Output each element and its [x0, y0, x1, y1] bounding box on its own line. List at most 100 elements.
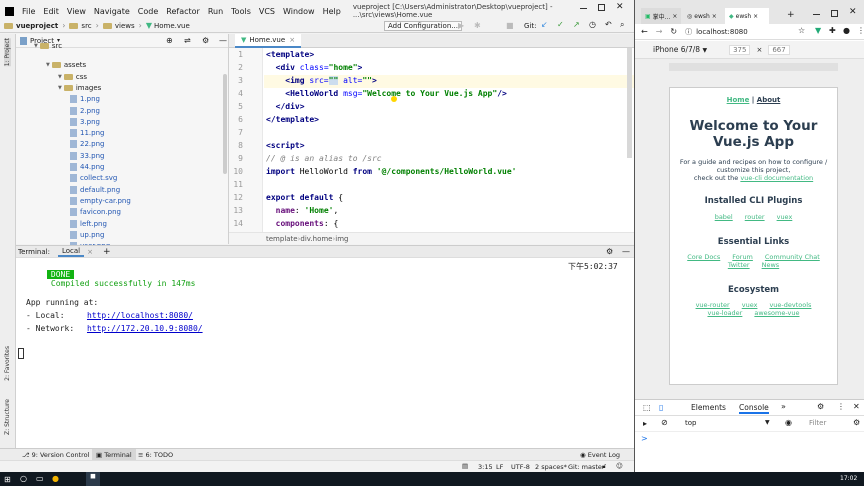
task-view-icon[interactable]: ▭ — [36, 474, 44, 483]
eco-link[interactable]: vue-router — [696, 301, 730, 309]
tree-item-3-png[interactable]: 3.png — [70, 117, 100, 126]
console-tab[interactable]: Console — [739, 403, 769, 414]
code-line-2[interactable]: <div class="home"> — [266, 63, 363, 72]
url-input[interactable]: localhost:8080 — [696, 28, 748, 36]
lock-icon[interactable]: 🔓︎ — [602, 462, 606, 471]
code-line-4[interactable]: <HelloWorld msg="Welcome to Your Vue.js … — [266, 89, 507, 98]
hide-icon[interactable]: — — [622, 247, 630, 256]
file-encoding[interactable]: UTF-8 — [511, 463, 530, 471]
tree-item-favicon-png[interactable]: favicon.png — [70, 208, 121, 217]
tree-item-11-png[interactable]: 11.png — [70, 129, 104, 138]
clear-console-icon[interactable]: ⊘ — [661, 418, 668, 427]
menu-icon[interactable]: ⋮ — [857, 26, 864, 35]
tree-item-left-png[interactable]: left.png — [70, 219, 107, 228]
favorites-tool-tab[interactable]: 2: Favorites — [4, 346, 11, 381]
tree-item-22-png[interactable]: 22.png — [70, 140, 104, 149]
eco-link[interactable]: vuex — [742, 301, 758, 309]
new-tab-icon[interactable]: + — [787, 10, 795, 20]
local-url-link[interactable]: http://localhost:8080/ — [87, 311, 193, 320]
forward-icon[interactable]: → — [656, 27, 663, 36]
code-breadcrumb-1[interactable]: div.home — [300, 235, 332, 243]
links-link[interactable]: Forum — [732, 253, 753, 261]
elements-tab[interactable]: Elements — [691, 403, 726, 412]
code-line-6[interactable]: </template> — [266, 115, 319, 124]
code-line-10[interactable]: import HelloWorld from '@/components/Hel… — [266, 167, 516, 176]
expand-icon[interactable]: ▼ — [46, 62, 50, 68]
maximize-icon[interactable] — [598, 4, 605, 11]
code-line-12[interactable]: export default { — [266, 193, 343, 202]
tree-item-1-png[interactable]: 1.png — [70, 95, 100, 104]
close-tab-icon[interactable]: × — [753, 13, 758, 20]
maximize-icon[interactable] — [831, 10, 838, 17]
height-input[interactable]: 667 — [768, 44, 790, 55]
tab-home-vue[interactable]: ▼ Home.vue × — [235, 33, 302, 48]
device-select[interactable]: iPhone 6/7/8 ▼ — [653, 45, 707, 54]
windows-start-icon[interactable]: ⊞ — [4, 475, 11, 484]
network-url-link[interactable]: http://172.20.10.9:8080/ — [87, 324, 203, 333]
nav-home-link[interactable]: Home — [727, 96, 750, 104]
close-icon[interactable]: ✕ — [853, 402, 860, 411]
run-icon[interactable]: ▶ — [458, 21, 464, 30]
browser-tab-1[interactable]: ▣ 掌中... × — [641, 8, 681, 24]
filter-input[interactable]: Filter — [809, 419, 826, 427]
collapse-icon[interactable]: ⇌ — [184, 36, 191, 45]
extension-icon[interactable]: ▼ — [815, 26, 821, 35]
menu-file[interactable]: File — [22, 7, 35, 16]
todo-tab[interactable]: ≡ 6: TODO — [138, 451, 173, 459]
close-tab-icon[interactable]: × — [87, 248, 93, 256]
menu-refactor[interactable]: Refactor — [166, 7, 200, 16]
git-push-icon[interactable]: ↗ — [573, 20, 580, 29]
settings-icon[interactable]: ⚙ — [202, 36, 209, 45]
tree-item-2-png[interactable]: 2.png — [70, 106, 100, 115]
menu-run[interactable]: Run — [208, 7, 223, 16]
tree-item-collect-svg[interactable]: collect.svg — [70, 174, 117, 183]
browser-tab-2[interactable]: ◎ ewsh × — [683, 8, 723, 24]
history-icon[interactable]: ◷ — [589, 20, 596, 29]
event-log-button[interactable]: ◉ Event Log — [580, 451, 620, 459]
inspector-icon[interactable]: ☺ — [616, 462, 623, 470]
editor-scrollbar[interactable] — [627, 48, 632, 158]
tree-scrollbar[interactable] — [223, 74, 227, 174]
menu-window[interactable]: Window — [283, 7, 315, 16]
menu-vcs[interactable]: VCS — [259, 7, 275, 16]
chrome-taskbar-icon[interactable]: ● — [52, 474, 59, 483]
code-breadcrumb-0[interactable]: template — [266, 235, 298, 243]
clock[interactable]: 17:02 — [840, 475, 857, 482]
code-line-3[interactable]: <img src="" alt=""> — [266, 76, 377, 85]
more-tabs-button[interactable]: » — [781, 402, 786, 411]
locate-icon[interactable]: ⊕ — [166, 36, 173, 45]
tree-item-images[interactable]: ▼ images — [58, 84, 101, 92]
close-tab-icon[interactable]: × — [289, 36, 295, 44]
close-tab-icon[interactable]: × — [712, 13, 717, 20]
device-toggle-icon[interactable]: ▯ — [659, 403, 663, 412]
inspect-icon[interactable]: ⬚ — [643, 403, 651, 412]
links-link[interactable]: Twitter — [728, 261, 750, 269]
menu-view[interactable]: View — [67, 7, 86, 16]
settings-icon[interactable]: ⚙ — [817, 402, 824, 411]
expand-icon[interactable]: ▼ — [58, 85, 62, 91]
ide-taskbar-icon[interactable]: ◼ — [86, 472, 100, 486]
tree-item-up-png[interactable]: up.png — [70, 230, 104, 239]
hide-icon[interactable]: — — [219, 36, 227, 45]
git-branch[interactable]: Git: master — [568, 463, 605, 471]
debug-icon[interactable]: ✱ — [474, 21, 481, 30]
plugins-link[interactable]: babel — [715, 213, 733, 221]
project-tool-tab[interactable]: 1: Project — [4, 38, 11, 67]
back-icon[interactable]: ← — [641, 27, 648, 36]
reload-icon[interactable]: ↻ — [670, 27, 677, 36]
plugins-link[interactable]: router — [745, 213, 765, 221]
links-link[interactable]: Community Chat — [765, 253, 820, 261]
breadcrumb-file[interactable]: Home.vue — [154, 22, 190, 30]
indent-setting[interactable]: 2 spaces* — [535, 463, 567, 471]
tree-item-assets[interactable]: ▼ assets — [46, 61, 86, 69]
git-commit-icon[interactable]: ✓ — [557, 20, 564, 29]
menu-edit[interactable]: Edit — [43, 7, 59, 16]
menu-code[interactable]: Code — [138, 7, 158, 16]
add-configuration-button[interactable]: Add Configuration... — [384, 21, 462, 31]
minimize-icon[interactable] — [813, 14, 820, 15]
eco-link[interactable]: vue-loader — [707, 309, 742, 317]
links-link[interactable]: Core Docs — [687, 253, 720, 261]
docs-link[interactable]: vue-cli documentation — [740, 174, 813, 182]
eco-link[interactable]: vue-devtools — [769, 301, 811, 309]
console-prompt[interactable]: > — [641, 434, 648, 443]
